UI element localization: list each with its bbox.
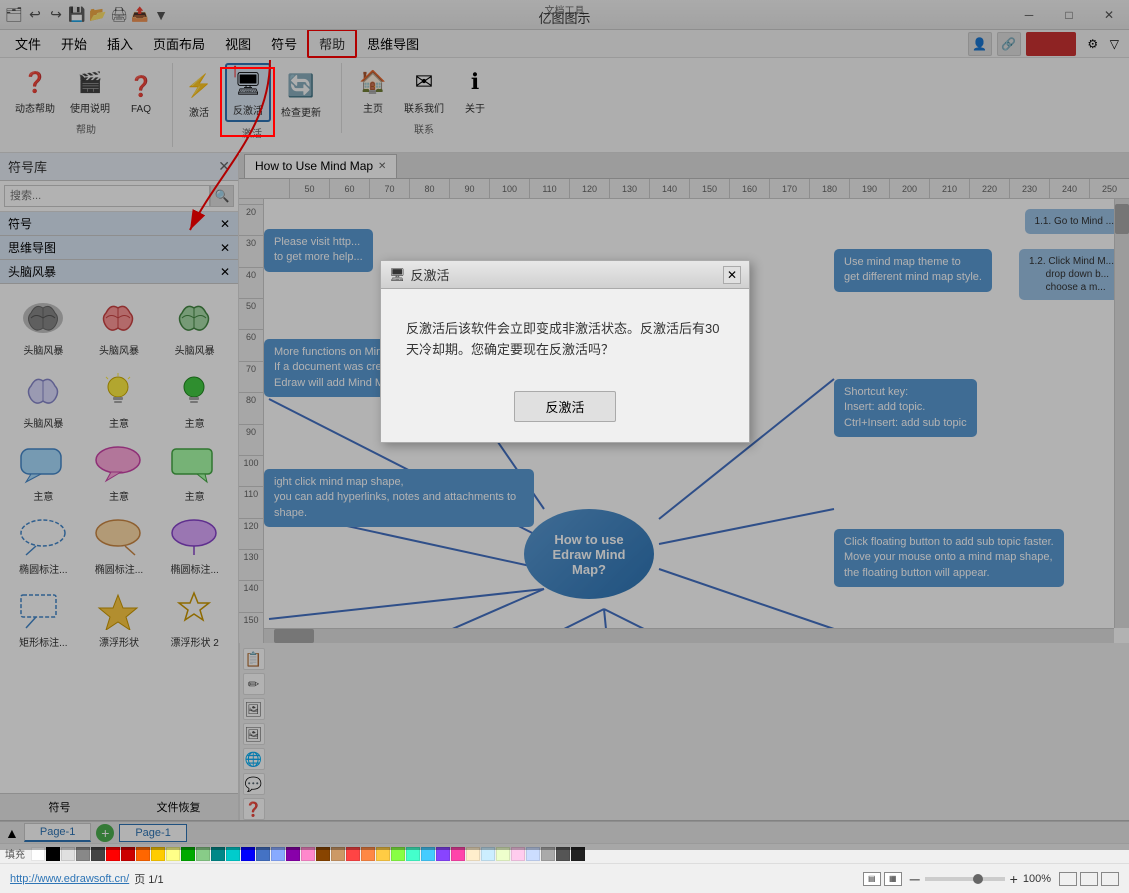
status-bar: http://www.edrawsoft.cn/ 页 1/1 ▤ ▦ ─ + 1… <box>0 863 1129 893</box>
view-icon-1[interactable] <box>1059 872 1077 886</box>
dialog-message: 反激活后该软件会立即变成非激活状态。反激活后有30天冷却期。您确定要现在反激活吗… <box>406 319 724 361</box>
zoom-minus-btn[interactable]: ─ <box>910 871 920 887</box>
status-page: 页 1/1 <box>134 871 163 887</box>
page-icons: ▤ ▦ <box>863 872 902 886</box>
dialog-body: 反激活后该软件会立即变成非激活状态。反激活后有30天冷却期。您确定要现在反激活吗… <box>381 289 749 381</box>
page-icon-1[interactable]: ▤ <box>863 872 881 886</box>
dialog-close-btn[interactable]: ✕ <box>723 266 741 284</box>
dialog-overlay: 🖥 反激活 ✕ 反激活后该软件会立即变成非激活状态。反激活后有30天冷却期。您确… <box>0 0 1129 850</box>
dialog-title-text: 反激活 <box>411 265 450 284</box>
status-right: ▤ ▦ ─ + 100% <box>863 871 1119 887</box>
zoom-level: 100% <box>1023 873 1051 885</box>
status-left: http://www.edrawsoft.cn/ 页 1/1 <box>10 871 164 887</box>
view-icon-2[interactable] <box>1080 872 1098 886</box>
dialog-deactivate-btn[interactable]: 反激活 <box>514 391 615 422</box>
zoom-controls: ─ + 100% <box>910 871 1051 887</box>
deactivate-dialog: 🖥 反激活 ✕ 反激活后该软件会立即变成非激活状态。反激活后有30天冷却期。您确… <box>380 260 750 443</box>
dialog-titlebar: 🖥 反激活 ✕ <box>381 261 749 289</box>
zoom-slider-thumb[interactable] <box>973 874 983 884</box>
status-url[interactable]: http://www.edrawsoft.cn/ <box>10 873 129 885</box>
page-icon-2[interactable]: ▦ <box>884 872 902 886</box>
dialog-icon: 🖥 <box>389 267 406 283</box>
dialog-title: 🖥 反激活 <box>389 265 450 284</box>
zoom-plus-btn[interactable]: + <box>1010 871 1018 887</box>
dialog-footer: 反激活 <box>381 381 749 442</box>
zoom-slider[interactable] <box>925 877 1005 881</box>
view-icons <box>1059 872 1119 886</box>
view-icon-3[interactable] <box>1101 872 1119 886</box>
